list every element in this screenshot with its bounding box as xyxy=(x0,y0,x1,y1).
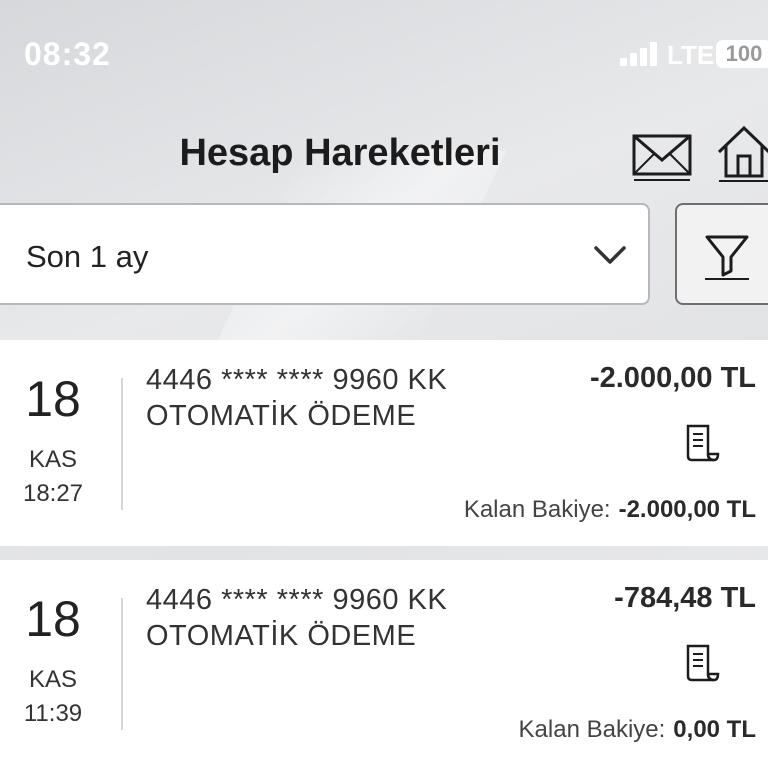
divider xyxy=(121,598,123,730)
remaining-balance: Kalan Bakiye: -2.000,00 TL xyxy=(464,496,756,524)
transaction-day: 18 xyxy=(25,371,81,427)
transaction-time: 11:39 xyxy=(23,700,83,727)
balance-value: -2.000,00 TL xyxy=(618,496,756,523)
transaction-amount: -2.000,00 TL xyxy=(589,362,756,394)
page-header: Hesap Hareketleri xyxy=(0,110,768,200)
remaining-balance: Kalan Bakiye: 0,00 TL xyxy=(519,716,756,744)
period-select[interactable]: Son 1 ay xyxy=(0,203,650,305)
period-select-value: Son 1 ay xyxy=(26,239,149,274)
balance-label: Kalan Bakiye: xyxy=(518,716,666,743)
network-label: LTE xyxy=(667,40,715,70)
transaction-time: 18:27 xyxy=(22,480,84,507)
receipt-icon[interactable] xyxy=(684,424,722,464)
status-bar: 08:32 LTE 100 xyxy=(0,0,768,110)
transaction-month: KAS xyxy=(28,666,78,693)
mail-icon[interactable] xyxy=(632,128,692,182)
filter-button[interactable] xyxy=(675,203,768,305)
chevron-down-icon xyxy=(594,246,626,264)
transaction-card: 4446 **** **** 9960 KK xyxy=(146,584,448,616)
funnel-icon xyxy=(705,235,749,280)
transaction-amount: -784,48 TL xyxy=(614,582,756,614)
transaction-day: 18 xyxy=(25,591,81,647)
transaction-description: OTOMATİK ÖDEME xyxy=(146,400,417,432)
transaction-card: 4446 **** **** 9960 KK xyxy=(146,364,448,396)
battery-level: 100 xyxy=(725,41,763,66)
transaction-description: OTOMATİK ÖDEME xyxy=(146,620,417,652)
balance-value: 0,00 TL xyxy=(673,716,756,743)
transaction-row[interactable]: 18 KAS 18:27 4446 **** **** 9960 KK OTOM… xyxy=(0,340,768,546)
battery-icon: 100 xyxy=(716,40,768,68)
home-icon[interactable] xyxy=(716,124,768,182)
page-title: Hesap Hareketleri xyxy=(179,132,501,174)
status-time: 08:32 xyxy=(24,36,111,72)
transaction-month: KAS xyxy=(28,446,78,473)
receipt-icon[interactable] xyxy=(684,644,722,684)
divider xyxy=(121,378,123,510)
transaction-row[interactable]: 18 KAS 11:39 4446 **** **** 9960 KK OTOM… xyxy=(0,560,768,768)
balance-label: Kalan Bakiye: xyxy=(463,496,611,523)
signal-icon xyxy=(620,42,660,66)
